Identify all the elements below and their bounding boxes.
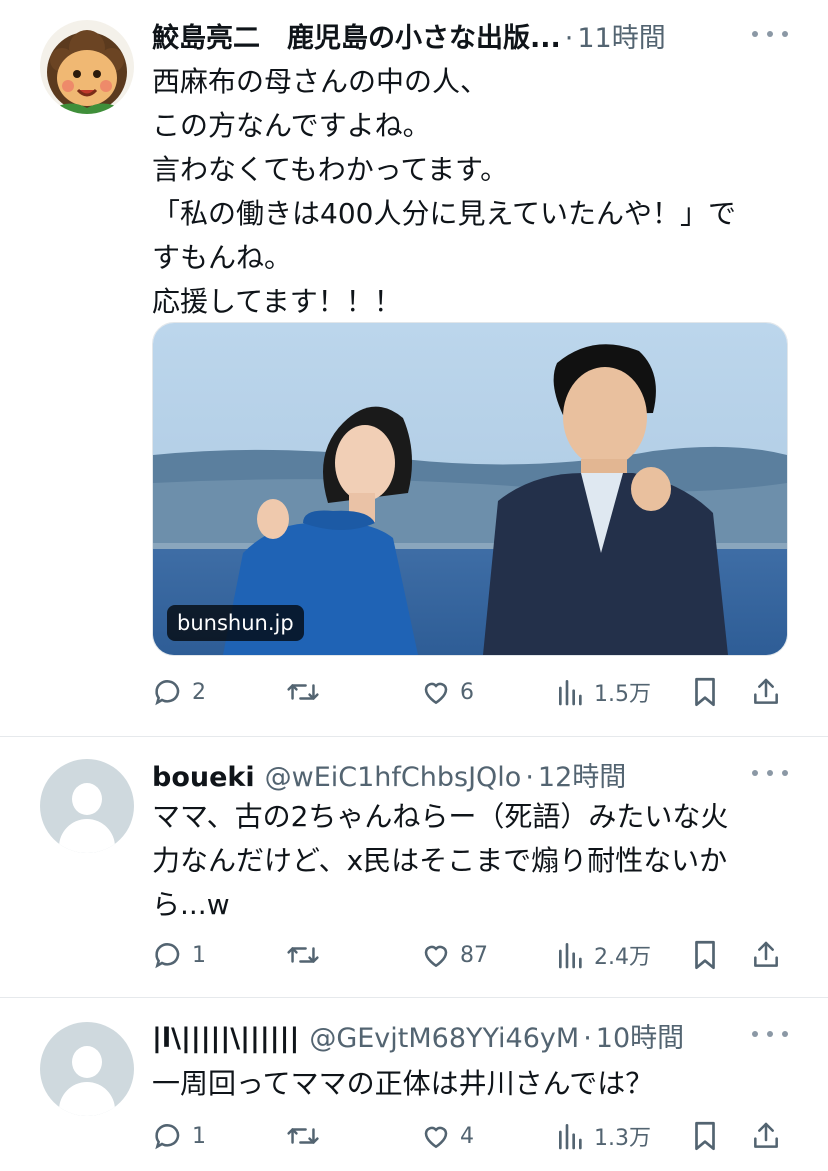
text-line: ら...w <box>152 888 230 921</box>
reply-count: 1 <box>192 942 206 968</box>
views-count: 2.4万 <box>594 945 651 970</box>
reply-button[interactable]: 1 <box>152 933 206 977</box>
timestamp[interactable]: 10時間 <box>596 1016 684 1055</box>
views-button[interactable]: 1.5万 <box>556 670 651 714</box>
action-bar: 1 4 1.3万 <box>152 1114 792 1158</box>
reply-count: 1 <box>192 1123 206 1149</box>
like-count: 87 <box>460 942 488 968</box>
reply-count: 2 <box>192 679 206 705</box>
timestamp[interactable]: 11時間 <box>577 16 665 55</box>
share-button[interactable] <box>750 1114 782 1158</box>
views-button[interactable]: 2.4万 <box>556 933 651 977</box>
post-header: |l\|||||\|||||| @GEvjtM68YYi46yM · 10時間 <box>152 1016 684 1056</box>
avatar[interactable] <box>40 1022 134 1116</box>
reply-button[interactable]: 2 <box>152 670 206 714</box>
separator: · <box>583 1023 592 1054</box>
views-button[interactable]: 1.3万 <box>556 1114 651 1158</box>
text-line: ママ、古の2ちゃんねらー（死語）みたいな火 <box>152 800 729 833</box>
views-icon <box>559 943 582 969</box>
text-line: 西麻布の母さんの中の人、 <box>152 65 489 98</box>
more-icon[interactable] <box>752 770 788 782</box>
card-domain-badge: bunshun.jp <box>167 605 304 641</box>
post-3[interactable]: |l\|||||\|||||| @GEvjtM68YYi46yM · 10時間 … <box>0 998 828 1171</box>
separator: · <box>564 23 574 54</box>
bookmark-button[interactable] <box>690 933 720 977</box>
bookmark-icon <box>695 1121 715 1151</box>
text-line: 応援してます！！！ <box>152 285 402 318</box>
avatar[interactable] <box>40 759 134 853</box>
like-count: 6 <box>460 679 474 705</box>
views-icon <box>559 1124 582 1150</box>
views-count: 1.5万 <box>594 682 651 707</box>
separator: · <box>525 762 534 793</box>
share-button[interactable] <box>750 670 782 714</box>
link-card[interactable]: bunshun.jp <box>152 322 788 656</box>
views-icon <box>559 680 582 706</box>
post-header: 鮫島亮二 鹿児島の小さな出版... · 11時間 <box>152 16 666 56</box>
timestamp[interactable]: 12時間 <box>538 755 626 794</box>
like-button[interactable]: 6 <box>420 670 474 714</box>
like-button[interactable]: 87 <box>420 933 488 977</box>
post-text: ママ、古の2ちゃんねらー（死語）みたいな火 力なんだけど、x民はそこまで煽り耐性… <box>152 795 792 927</box>
like-icon <box>424 945 448 968</box>
user-handle[interactable]: @GEvjtM68YYi46yM <box>309 1023 579 1054</box>
post-header: boueki @wEiC1hfChbsJQlo · 12時間 <box>152 755 626 795</box>
repost-icon <box>287 684 319 700</box>
bookmark-icon <box>695 677 715 707</box>
text-line: 一周回ってママの正体は井川さんでは？ <box>152 1067 654 1100</box>
avatar[interactable] <box>40 20 134 114</box>
like-icon <box>424 682 448 705</box>
share-button[interactable] <box>750 933 782 977</box>
repost-button[interactable] <box>286 670 328 714</box>
action-bar: 2 6 1.5万 <box>152 670 792 714</box>
views-count: 1.3万 <box>594 1126 651 1151</box>
repost-button[interactable] <box>286 933 328 977</box>
text-line: 力なんだけど、x民はそこまで煽り耐性ないか <box>152 844 728 877</box>
user-handle[interactable]: @wEiC1hfChbsJQlo <box>265 762 522 793</box>
share-icon <box>754 1122 778 1148</box>
reply-icon <box>155 1124 180 1150</box>
repost-icon <box>287 1128 319 1144</box>
bookmark-button[interactable] <box>690 670 720 714</box>
reply-icon <box>155 943 180 969</box>
reply-icon <box>155 680 180 706</box>
post-text: 一周回ってママの正体は井川さんでは？ <box>152 1062 792 1106</box>
like-count: 4 <box>460 1123 474 1149</box>
text-line: 言わなくてもわかってます。 <box>152 153 509 186</box>
post-text: 西麻布の母さんの中の人、 この方なんですよね。 言わなくてもわかってます。 「私… <box>152 60 792 324</box>
post-2[interactable]: boueki @wEiC1hfChbsJQlo · 12時間 ママ、古の2ちゃん… <box>0 737 828 997</box>
repost-icon <box>287 947 319 963</box>
like-icon <box>424 1126 448 1149</box>
repost-button[interactable] <box>286 1114 328 1158</box>
share-icon <box>754 678 778 704</box>
display-name[interactable]: boueki <box>152 762 255 793</box>
more-icon[interactable] <box>752 31 788 43</box>
display-name[interactable]: |l\|||||\|||||| <box>152 1023 299 1054</box>
reply-button[interactable]: 1 <box>152 1114 206 1158</box>
action-bar: 1 87 2.4万 <box>152 933 792 977</box>
display-name[interactable]: 鮫島亮二 鹿児島の小さな出版... <box>152 16 561 55</box>
like-button[interactable]: 4 <box>420 1114 474 1158</box>
text-line: すもんね。 <box>152 241 293 274</box>
text-line: 「私の働きは400人分に見えていたんや！」で <box>152 197 737 230</box>
post-1[interactable]: 鮫島亮二 鹿児島の小さな出版... · 11時間 西麻布の母さんの中の人、 この… <box>0 0 828 736</box>
more-icon[interactable] <box>752 1031 788 1043</box>
bookmark-icon <box>695 940 715 970</box>
bookmark-button[interactable] <box>690 1114 720 1158</box>
text-line: この方なんですよね。 <box>152 109 431 142</box>
share-icon <box>754 941 778 967</box>
